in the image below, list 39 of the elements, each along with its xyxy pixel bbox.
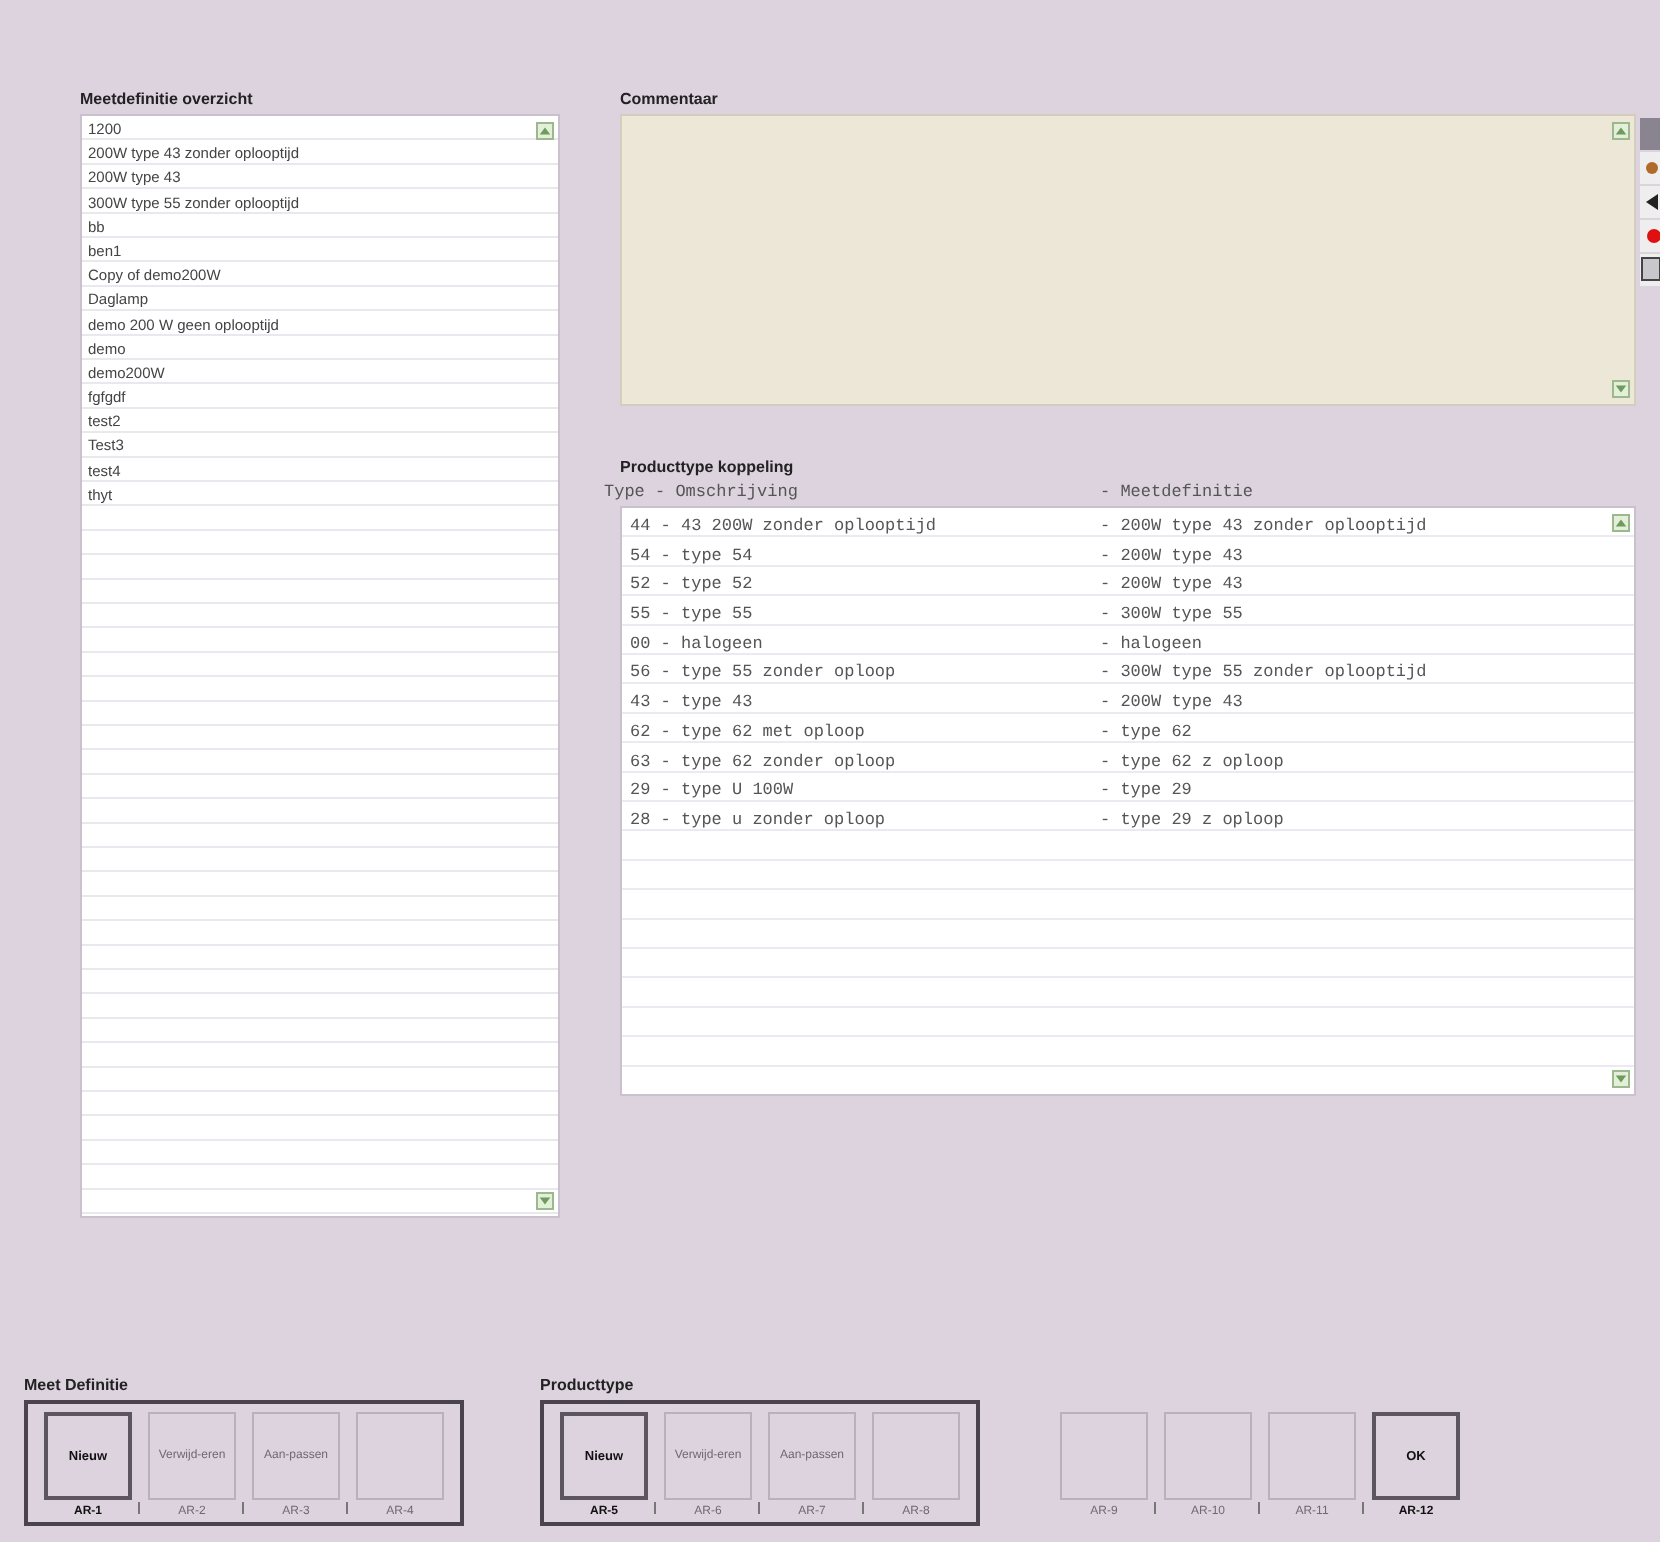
- comment-title: Commentaar: [620, 90, 720, 108]
- scroll-down-icon[interactable]: [536, 1192, 554, 1210]
- definition-cell-text: - halogeen: [1100, 631, 1203, 658]
- comment-field[interactable]: [620, 114, 1636, 406]
- definition-cell-text: - type 29 z oploop: [1100, 807, 1284, 834]
- group-title: Meet Definitie: [24, 1376, 131, 1394]
- definition-cell-text: - 200W type 43: [1100, 572, 1243, 599]
- type-cell-text: 52 - type 52: [630, 572, 755, 599]
- definition-cell-text: - 200W type 43 zonder oplooptijd: [1100, 514, 1427, 540]
- type-cell-text: 56 - type 55 zonder oploop: [630, 660, 898, 687]
- definition-cell-text: - 200W type 43: [1100, 690, 1243, 717]
- box-icon[interactable]: [1640, 254, 1660, 286]
- type-cell-text: 00 - halogeen: [630, 631, 765, 658]
- type-cell-text: 44 - 43 200W zonder oplooptijd: [630, 514, 939, 540]
- scroll-down-icon[interactable]: [1612, 1070, 1630, 1088]
- type-cell-text: 54 - type 54: [630, 543, 755, 570]
- definition-cell-text: - type 62 z oploop: [1100, 749, 1284, 775]
- definition-cell-text: - type 29: [1100, 778, 1192, 805]
- coupling-list[interactable]: [620, 506, 1636, 1096]
- definition-cell-text: - 200W type 43: [1100, 543, 1243, 570]
- group-title: Producttype: [540, 1376, 636, 1394]
- column-header: - Meetdefinitie: [1100, 482, 1254, 502]
- list-title: Meetdefinitie overzicht: [80, 90, 255, 108]
- definition-cell-text: - 300W type 55: [1100, 602, 1243, 629]
- record-icon[interactable]: [1640, 220, 1660, 252]
- type-cell-text: 55 - type 55: [630, 602, 755, 629]
- scroll-down-icon[interactable]: [1612, 380, 1630, 398]
- scroll-up-icon[interactable]: [1612, 122, 1630, 140]
- type-cell-text: 43 - type 43: [630, 690, 755, 717]
- type-cell-text: 62 - type 62 met oploop: [630, 719, 867, 746]
- coupling-title: Producttype koppeling: [620, 458, 796, 476]
- type-cell-text: 29 - type U 100W: [630, 778, 796, 805]
- definition-cell-text: - type 62: [1100, 719, 1192, 746]
- column-header: Type - Omschrijving: [604, 482, 800, 502]
- type-cell-text: 63 - type 62 zonder oploop: [630, 749, 898, 775]
- scroll-up-icon[interactable]: [536, 122, 554, 140]
- type-cell-text: 28 - type u zonder oploop: [630, 807, 888, 834]
- scroll-up-icon[interactable]: [1612, 514, 1630, 532]
- definition-cell-text: - 300W type 55 zonder oplooptijd: [1100, 660, 1427, 687]
